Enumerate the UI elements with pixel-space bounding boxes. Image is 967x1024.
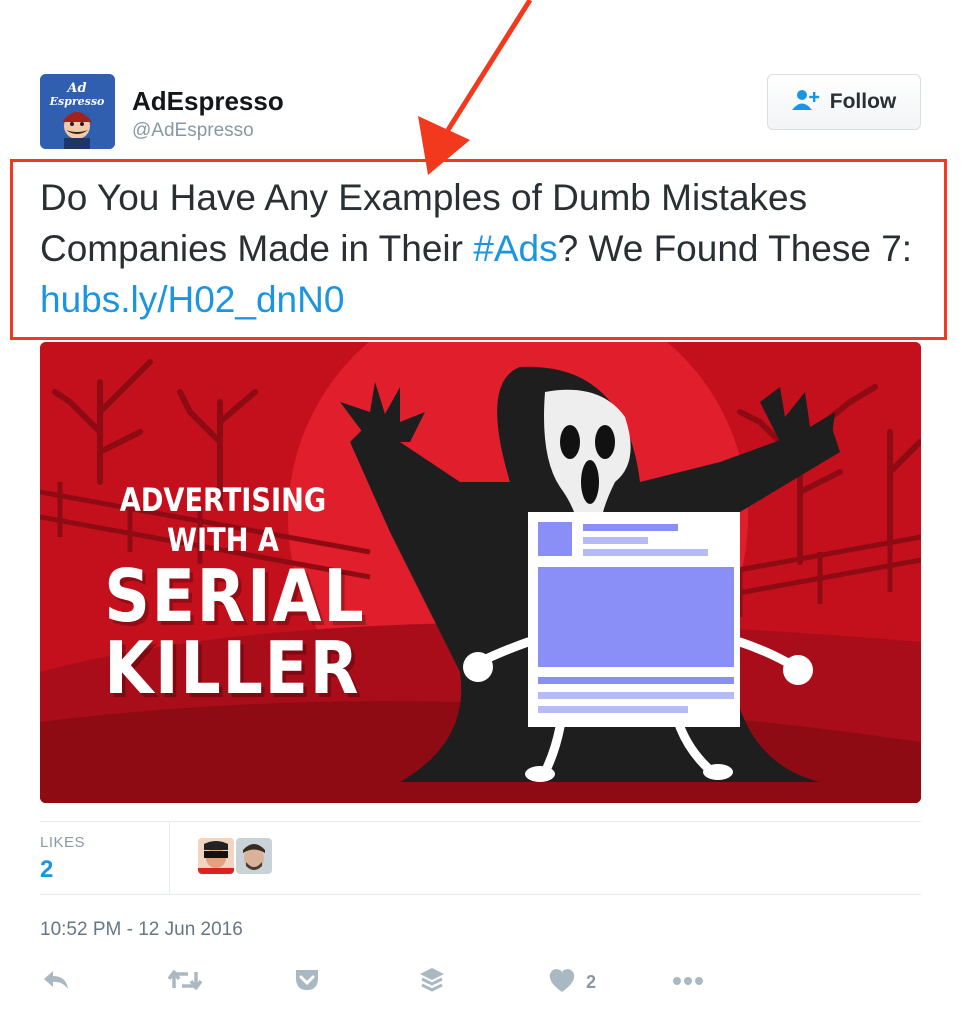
- logo-text-espresso: Espresso: [49, 95, 105, 108]
- media-image[interactable]: ADVERTISING WITH A SERIAL KILLER: [40, 342, 921, 803]
- more-icon: [672, 973, 704, 991]
- stats-divider: [169, 822, 170, 894]
- avatar[interactable]: Ad Espresso: [40, 74, 115, 149]
- divider-top: [40, 821, 921, 822]
- follow-button-label: Follow: [829, 90, 897, 113]
- pocket-button[interactable]: [294, 966, 320, 998]
- tweet-text-part2: ? We Found These 7:: [557, 228, 913, 269]
- like-button[interactable]: 2: [548, 966, 596, 998]
- liker-avatar[interactable]: [198, 838, 234, 874]
- divider-bottom: [40, 894, 921, 895]
- reply-button[interactable]: [42, 966, 70, 998]
- retweet-button[interactable]: [167, 966, 203, 998]
- timestamp[interactable]: 10:52 PM - 12 Jun 2016: [40, 919, 243, 941]
- headline-line2: KILLER: [104, 626, 361, 710]
- like-count: 2: [586, 971, 597, 992]
- logo-text-ad: Ad: [65, 81, 86, 96]
- adespresso-logo: Ad Espresso: [40, 74, 115, 149]
- follow-button[interactable]: Follow: [767, 74, 921, 130]
- user-name[interactable]: AdEspresso: [132, 86, 284, 117]
- buffer-button[interactable]: [419, 966, 445, 998]
- likes-count[interactable]: 2: [40, 856, 53, 884]
- headline-line1: SERIAL: [104, 554, 366, 638]
- liker-avatar[interactable]: [236, 838, 272, 874]
- headline-small: ADVERTISING WITH A: [119, 481, 327, 559]
- add-user-icon: [791, 89, 822, 116]
- retweet-icon: [167, 968, 203, 997]
- tweet-text: Do You Have Any Examples of Dumb Mistake…: [40, 172, 930, 325]
- hashtag-link[interactable]: #Ads: [473, 228, 557, 269]
- url-link[interactable]: hubs.ly/H02_dnN0: [40, 279, 344, 320]
- user-handle[interactable]: @AdEspresso: [132, 120, 254, 142]
- reply-icon: [42, 968, 70, 997]
- heart-icon: [548, 967, 576, 998]
- pocket-icon: [294, 968, 320, 997]
- buffer-icon: [419, 967, 445, 998]
- likes-label: LIKES: [40, 834, 86, 851]
- more-button[interactable]: [672, 966, 704, 998]
- media-headline: ADVERTISING WITH A SERIAL KILLER: [88, 480, 366, 710]
